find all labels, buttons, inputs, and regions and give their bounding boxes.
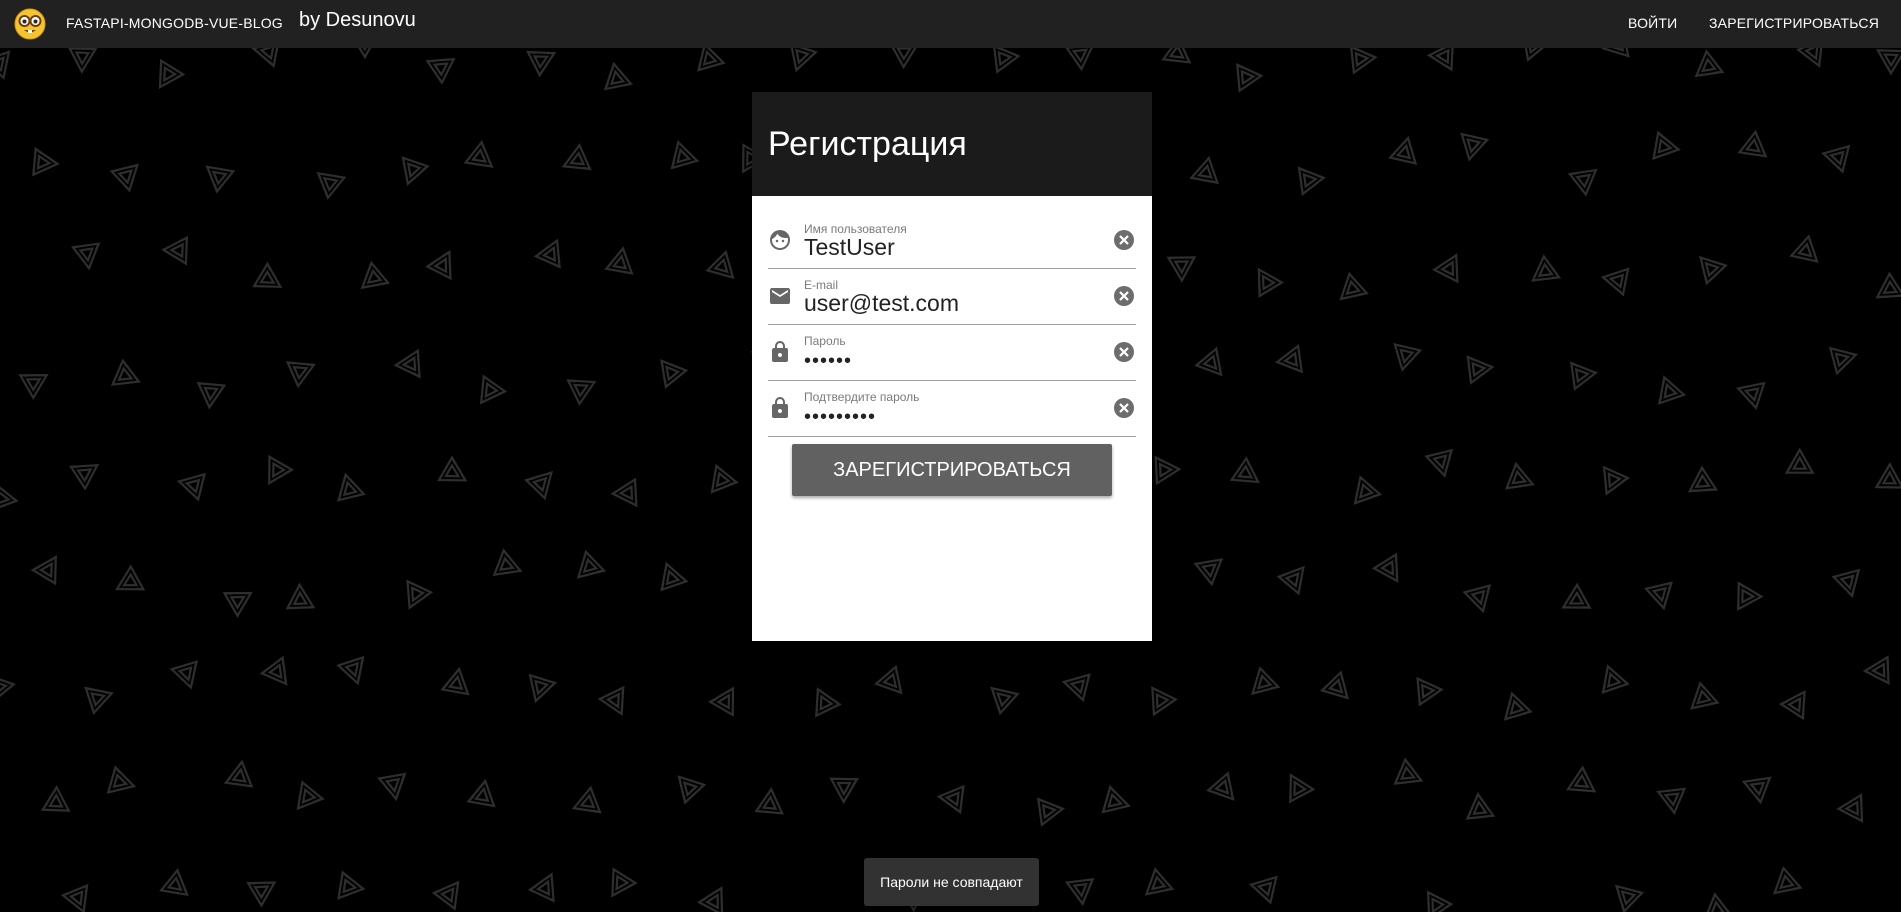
- email-field[interactable]: E-mail user@test.com: [768, 268, 1136, 325]
- confirm-password-input[interactable]: •••••••••: [804, 406, 876, 429]
- app-author: by Desunovu: [299, 9, 416, 31]
- error-snackbar: Пароли не совпадают: [864, 858, 1039, 906]
- username-field[interactable]: Имя пользователя TestUser: [768, 212, 1136, 269]
- username-input[interactable]: TestUser: [804, 234, 895, 261]
- password-input[interactable]: ••••••: [804, 350, 852, 373]
- email-input[interactable]: user@test.com: [804, 290, 959, 317]
- clear-confirm-password-icon[interactable]: [1112, 396, 1136, 420]
- nerd-face-logo-icon[interactable]: [14, 8, 46, 40]
- app-bar: FASTAPI-MONGODB-VUE-BLOG by Desunovu ВОЙ…: [0, 0, 1901, 48]
- card-title: Регистрация: [768, 125, 967, 163]
- registration-card: Регистрация Имя пользователя TestUser E-…: [752, 92, 1152, 641]
- confirm-password-label: Подтвердите пароль: [804, 390, 920, 404]
- clear-username-icon[interactable]: [1112, 228, 1136, 252]
- lock-icon: [772, 397, 788, 418]
- password-label: Пароль: [804, 334, 846, 348]
- clear-email-icon[interactable]: [1112, 284, 1136, 308]
- email-icon: [770, 288, 790, 304]
- lock-icon: [772, 341, 788, 362]
- confirm-password-field[interactable]: Подтвердите пароль •••••••••: [768, 380, 1136, 437]
- clear-password-icon[interactable]: [1112, 340, 1136, 364]
- password-field[interactable]: Пароль ••••••: [768, 324, 1136, 381]
- face-icon: [770, 230, 790, 250]
- app-title[interactable]: FASTAPI-MONGODB-VUE-BLOG: [66, 15, 283, 31]
- nav-login-button[interactable]: ВОЙТИ: [1614, 0, 1691, 48]
- nav-register-button[interactable]: ЗАРЕГИСТРИРОВАТЬСЯ: [1695, 0, 1893, 48]
- register-submit-button[interactable]: ЗАРЕГИСТРИРОВАТЬСЯ: [792, 444, 1112, 496]
- card-header: Регистрация: [752, 92, 1152, 196]
